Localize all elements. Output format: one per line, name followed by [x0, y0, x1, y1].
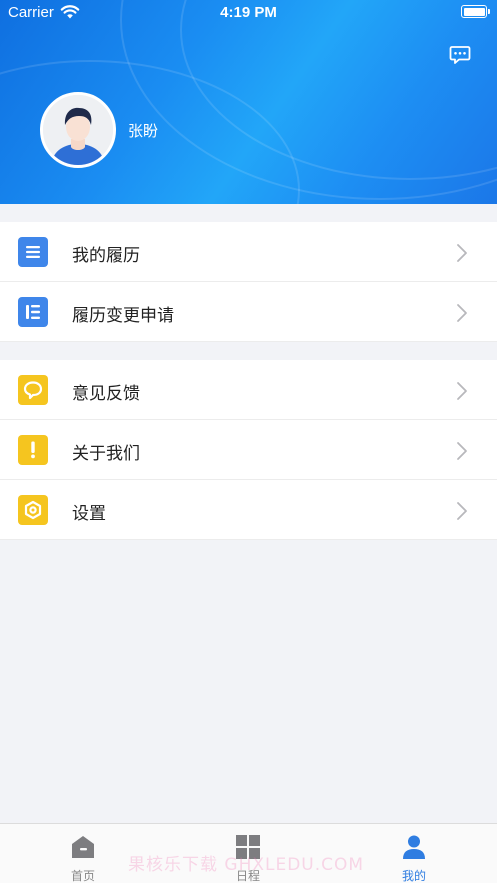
message-icon[interactable] — [449, 44, 471, 66]
chevron-right-icon — [457, 502, 467, 520]
status-time: 4:19 PM — [220, 4, 277, 21]
menu-item-label: 关于我们 — [72, 444, 140, 464]
change-list-icon — [18, 297, 48, 327]
chevron-right-icon — [457, 244, 467, 262]
feedback-icon — [18, 375, 48, 405]
avatar-person-icon — [43, 95, 113, 165]
menu-item-label: 意见反馈 — [72, 384, 140, 404]
chevron-right-icon — [457, 442, 467, 460]
home-icon — [72, 836, 94, 858]
user-name: 张盼 — [128, 122, 159, 140]
menu-item-label: 设置 — [72, 504, 106, 524]
menu-item-label: 履历变更申请 — [72, 306, 174, 326]
menu-item-resume-change[interactable]: 履历变更申请 — [0, 282, 497, 342]
menu-item-about-us[interactable]: 关于我们 — [0, 420, 497, 480]
menu-item-feedback[interactable]: 意见反馈 — [0, 360, 497, 420]
list-icon — [18, 237, 48, 267]
menu-item-settings[interactable]: 设置 — [0, 480, 497, 540]
tab-label: 我的 — [401, 869, 426, 883]
menu-group-other: 意见反馈 关于我们 设置 — [0, 360, 497, 540]
exclamation-icon — [18, 435, 48, 465]
menu-item-my-resume[interactable]: 我的履历 — [0, 222, 497, 282]
tab-label: 首页 — [70, 869, 95, 883]
menu-item-label: 我的履历 — [72, 246, 140, 266]
avatar[interactable] — [40, 92, 116, 168]
status-bar: Carrier 4:19 PM — [0, 0, 497, 26]
tab-home[interactable]: 首页 — [23, 824, 143, 883]
person-icon — [403, 835, 425, 859]
chevron-right-icon — [457, 382, 467, 400]
watermark: 果核乐下载 GHXLEDU.COM — [128, 855, 365, 875]
menu-group-resume: 我的履历 履历变更申请 — [0, 222, 497, 342]
tab-mine[interactable]: 我的 — [354, 824, 474, 883]
profile-header: Carrier 4:19 PM 张盼 — [0, 0, 497, 204]
settings-icon — [18, 495, 48, 525]
chevron-right-icon — [457, 304, 467, 322]
battery-icon — [461, 5, 490, 18]
